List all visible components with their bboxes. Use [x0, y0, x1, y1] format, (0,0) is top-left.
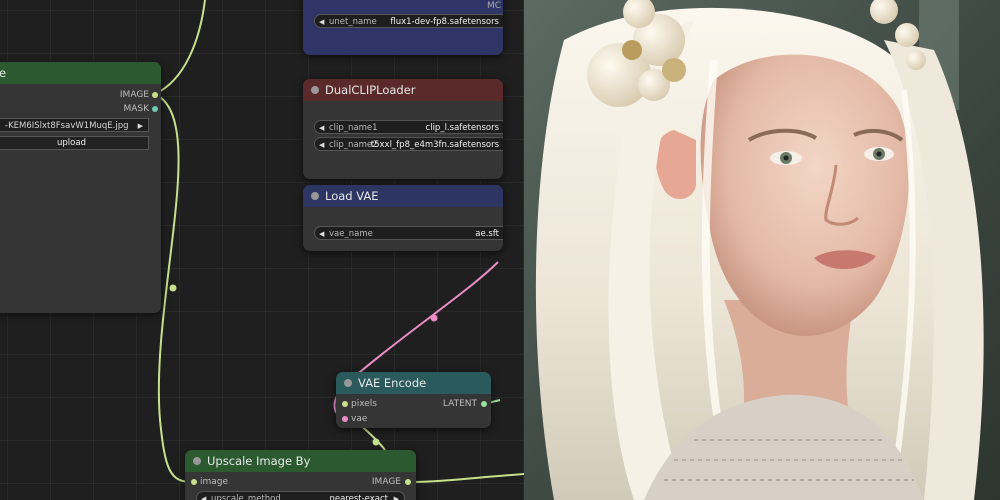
upscale-title: Upscale Image By — [207, 454, 311, 468]
upload-label: upload — [57, 138, 86, 148]
vae-name-label: vae_name — [329, 229, 373, 239]
collapse-dot-icon[interactable] — [311, 192, 319, 200]
image-preview-panel — [524, 0, 1000, 500]
vae-name-value: ae.sft — [475, 229, 499, 239]
load-image-node[interactable]: e IMAGE MASK -KEM6ISlxt8FsavW1MuqE.jpg ▶… — [0, 62, 161, 313]
latent-output-slot[interactable]: LATENT — [442, 397, 487, 411]
pixels-input-label: pixels — [351, 399, 377, 409]
collapse-dot-icon[interactable] — [193, 457, 201, 465]
vae-input-dot[interactable] — [342, 416, 348, 422]
image-input-slot[interactable]: image — [191, 475, 229, 489]
pixels-input-dot[interactable] — [342, 401, 348, 407]
clip-name1-label: clip_name1 — [329, 123, 378, 133]
node-graph-canvas[interactable]: e IMAGE MASK -KEM6ISlxt8FsavW1MuqE.jpg ▶… — [0, 0, 524, 500]
title-fragment: e — [0, 66, 7, 80]
upscale-method-value: nearest-exact — [329, 494, 388, 500]
upscale-image-output-dot[interactable] — [405, 479, 411, 485]
wire-vae-dot — [430, 314, 438, 322]
prev-arrow-icon[interactable]: ◀ — [319, 138, 324, 150]
latent-output-dot[interactable] — [481, 401, 487, 407]
upscale-method-combo[interactable]: ◀ upscale_method nearest-exact ▶ — [196, 491, 405, 500]
wire-image-up — [154, 0, 206, 95]
dual-clip-loader-node[interactable]: DualCLIPLoader ◀ clip_name1 clip_l.safet… — [303, 79, 503, 179]
dual-clip-title: DualCLIPLoader — [325, 83, 416, 97]
image-filename-value: -KEM6ISlxt8FsavW1MuqE.jpg — [5, 121, 129, 131]
image-input-label: image — [200, 477, 229, 487]
latent-output-label: LATENT — [442, 399, 477, 409]
unet-corner-text: MC — [486, 1, 501, 11]
image-output-slot[interactable]: IMAGE — [119, 88, 158, 102]
next-arrow-icon[interactable]: ▶ — [394, 492, 399, 500]
vae-input-label: vae — [351, 414, 368, 424]
unet-loader-node[interactable]: MC ◀ unet_name flux1-dev-fp8.safetensors — [303, 0, 503, 55]
prev-arrow-icon[interactable]: ◀ — [201, 492, 206, 500]
load-vae-header[interactable]: Load VAE — [303, 185, 503, 207]
image-filename-combo[interactable]: -KEM6ISlxt8FsavW1MuqE.jpg ▶ — [0, 118, 149, 132]
load-image-header[interactable]: e — [0, 62, 161, 84]
unet-name-label: unet_name — [329, 17, 377, 27]
vae-encode-header[interactable]: VAE Encode — [336, 372, 491, 394]
mask-output-dot[interactable] — [152, 106, 158, 112]
image-output-label: IMAGE — [119, 90, 149, 100]
vae-encode-title: VAE Encode — [358, 376, 427, 390]
wire-upscale-output — [407, 473, 524, 483]
prev-arrow-icon[interactable]: ◀ — [319, 121, 324, 133]
collapse-dot-icon[interactable] — [311, 86, 319, 94]
load-vae-node[interactable]: Load VAE ◀ vae_name ae.sft — [303, 185, 503, 251]
next-arrow-icon[interactable]: ▶ — [138, 119, 143, 131]
clip-name1-combo[interactable]: ◀ clip_name1 clip_l.safetensors — [314, 120, 503, 134]
wire-pixels-dot — [372, 438, 380, 446]
load-vae-title: Load VAE — [325, 189, 379, 203]
upload-button[interactable]: upload — [0, 136, 149, 150]
unet-name-value: flux1-dev-fp8.safetensors — [390, 17, 499, 27]
vae-name-combo[interactable]: ◀ vae_name ae.sft — [314, 226, 503, 240]
prev-arrow-icon[interactable]: ◀ — [319, 15, 324, 27]
pixels-input-slot[interactable]: pixels — [342, 397, 377, 411]
upscale-image-node[interactable]: Upscale Image By image IMAGE ◀ upscale_m… — [185, 450, 416, 500]
clip-name1-value: clip_l.safetensors — [425, 123, 499, 133]
upscale-header[interactable]: Upscale Image By — [185, 450, 416, 472]
dual-clip-header[interactable]: DualCLIPLoader — [303, 79, 503, 101]
upscale-image-output-label: IMAGE — [371, 477, 401, 487]
image-input-dot[interactable] — [191, 479, 197, 485]
unet-name-combo[interactable]: ◀ unet_name flux1-dev-fp8.safetensors — [314, 14, 503, 28]
vae-input-slot[interactable]: vae — [342, 412, 368, 426]
mask-output-label: MASK — [123, 104, 149, 114]
wire-reroute-dot — [169, 284, 177, 292]
collapse-dot-icon[interactable] — [344, 379, 352, 387]
vae-encode-node[interactable]: VAE Encode pixels vae LATENT — [336, 372, 491, 428]
image-output-slot-upscale[interactable]: IMAGE — [371, 475, 411, 489]
upscale-method-label: upscale_method — [211, 494, 281, 500]
clip-name2-combo[interactable]: ◀ clip_name2 t5xxl_fp8_e4m3fn.safetensor… — [314, 137, 503, 151]
portrait-image — [524, 0, 1000, 500]
clip-name2-value: t5xxl_fp8_e4m3fn.safetensors — [370, 140, 499, 150]
image-output-dot[interactable] — [152, 92, 158, 98]
mask-output-slot[interactable]: MASK — [123, 102, 158, 116]
prev-arrow-icon[interactable]: ◀ — [319, 227, 324, 239]
